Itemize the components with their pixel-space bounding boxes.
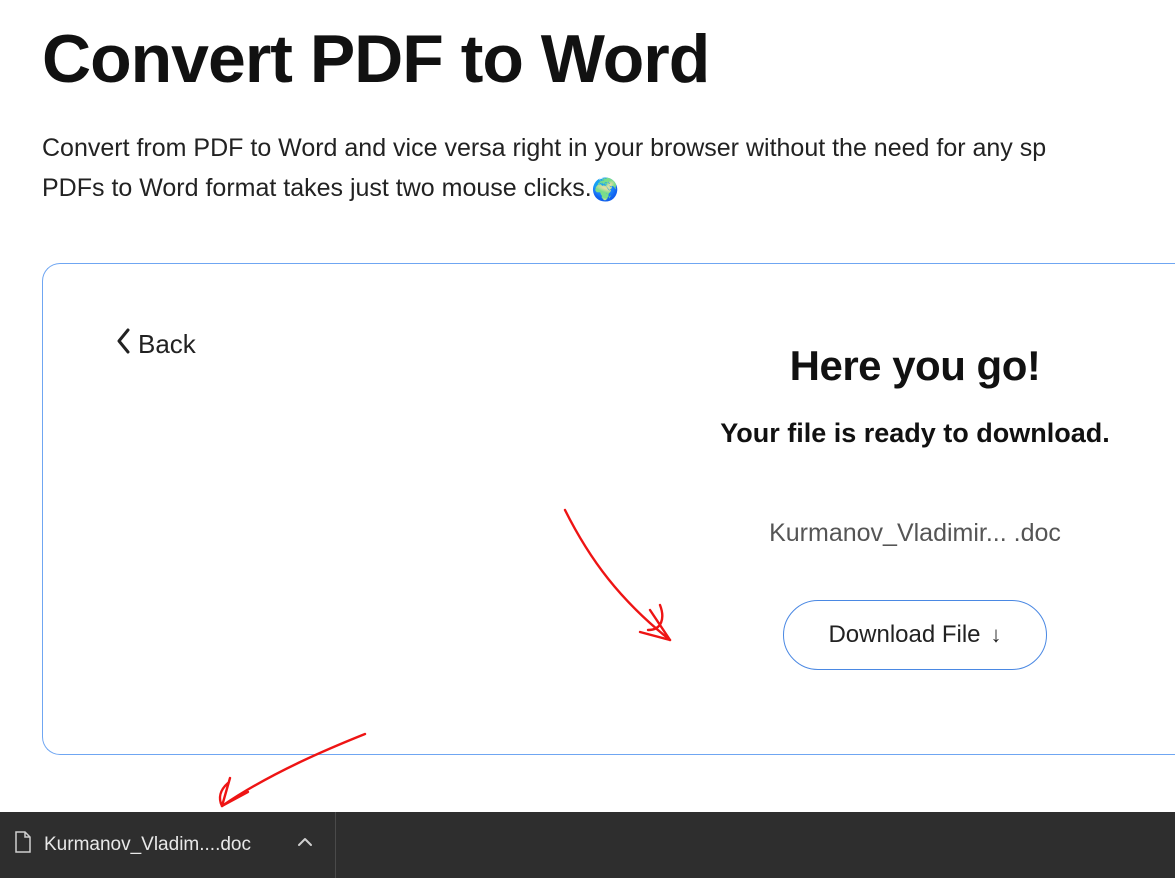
page-title: Convert PDF to Word — [42, 20, 1175, 98]
chevron-left-icon — [116, 328, 132, 361]
result-filename: Kurmanov_Vladimir... .doc — [565, 519, 1175, 548]
conversion-result-card: Back Here you go! Your file is ready to … — [42, 263, 1175, 755]
globe-icon: 🌍 — [592, 177, 619, 202]
back-button[interactable]: Back — [116, 328, 196, 361]
description-line1: Convert from PDF to Word and vice versa … — [42, 134, 1046, 162]
result-section: Here you go! Your file is ready to downl… — [565, 342, 1175, 670]
result-subtitle: Your file is ready to download. — [565, 418, 1175, 449]
download-file-button[interactable]: Download File ↓ — [783, 600, 1046, 670]
download-arrow-icon: ↓ — [991, 624, 1002, 646]
download-button-label: Download File — [828, 621, 980, 649]
file-icon — [14, 831, 32, 859]
chevron-up-icon[interactable] — [297, 834, 313, 856]
back-label: Back — [138, 329, 196, 360]
result-heading: Here you go! — [565, 342, 1175, 390]
browser-download-shelf: Kurmanov_Vladim....doc — [0, 812, 1175, 878]
download-shelf-item[interactable]: Kurmanov_Vladim....doc — [0, 812, 336, 878]
description-line2: PDFs to Word format takes just two mouse… — [42, 174, 592, 202]
download-item-label: Kurmanov_Vladim....doc — [44, 834, 251, 856]
page-description: Convert from PDF to Word and vice versa … — [42, 128, 1175, 208]
